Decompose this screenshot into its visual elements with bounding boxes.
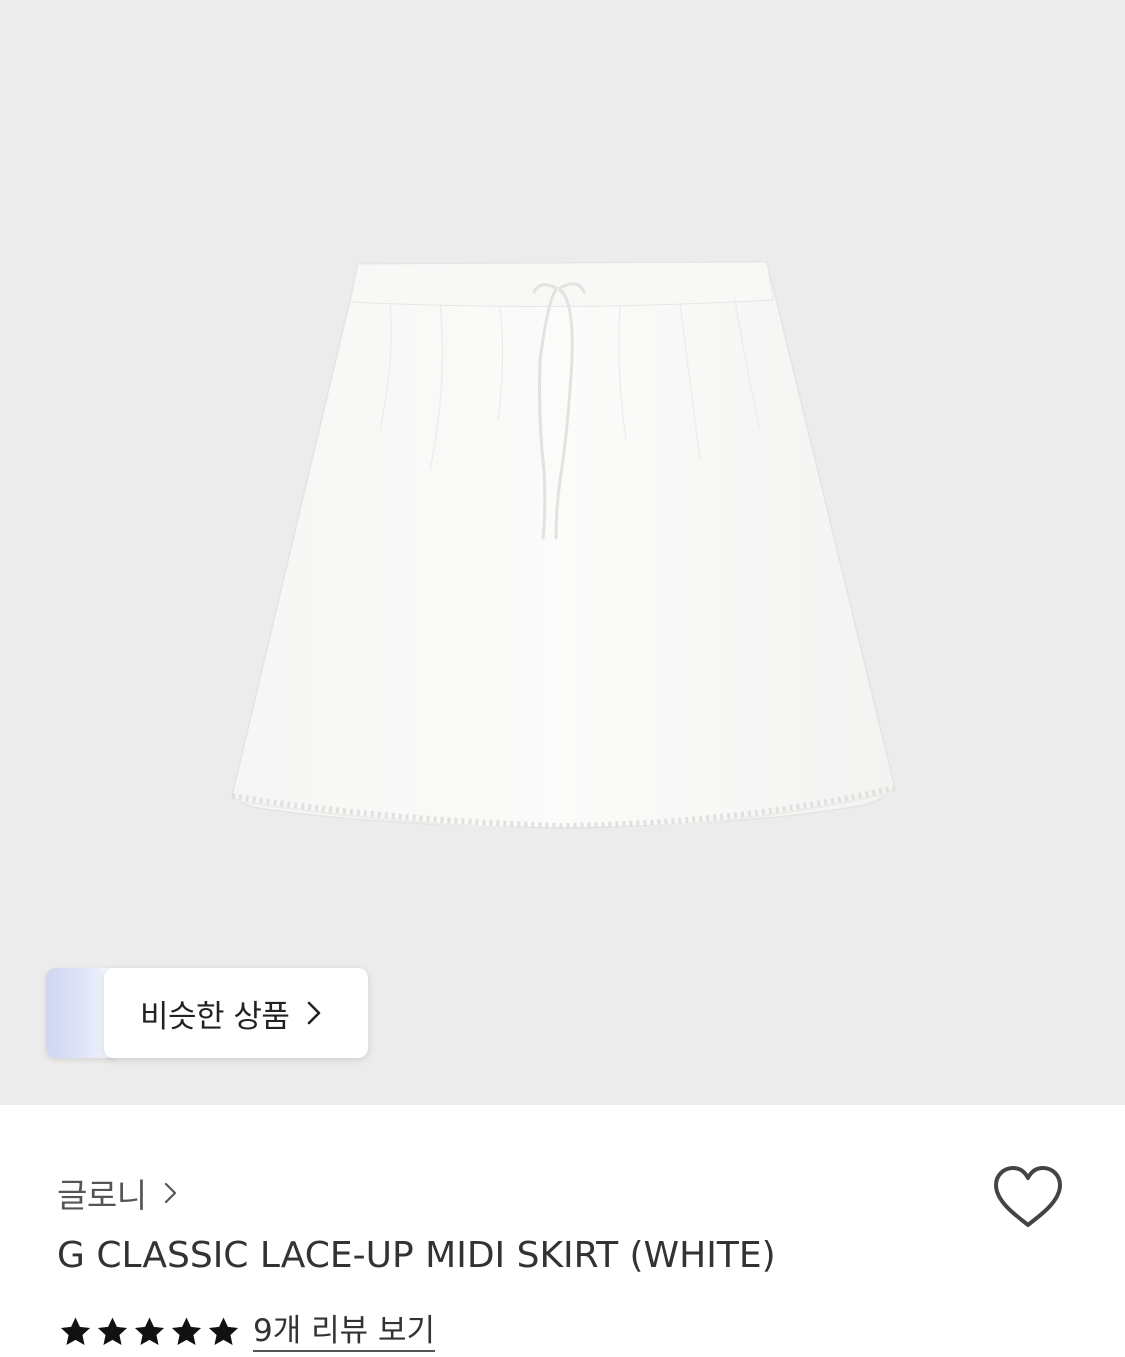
- star-icon: [97, 1317, 128, 1346]
- star-icon: [171, 1317, 202, 1346]
- brand-link[interactable]: 글로니: [57, 1169, 179, 1217]
- view-reviews-link[interactable]: 9개 리뷰 보기: [253, 1312, 436, 1352]
- similar-products-label: 비슷한 상품: [140, 998, 290, 1035]
- wishlist-button[interactable]: [990, 1163, 1066, 1233]
- rating-row: 9개 리뷰 보기: [58, 1308, 436, 1356]
- product-info: 글로니 G CLASSIC LACE-UP MIDI SKIRT (WHITE)…: [0, 1105, 1125, 1357]
- heart-outline-icon: [994, 1166, 1062, 1227]
- product-image[interactable]: 비슷한 상품: [0, 0, 1125, 1105]
- star-rating: [58, 1315, 243, 1349]
- star-icon: [60, 1317, 91, 1346]
- similar-products-widget[interactable]: 비슷한 상품: [46, 968, 368, 1058]
- product-title: G CLASSIC LACE-UP MIDI SKIRT (WHITE): [57, 1235, 776, 1276]
- product-detail-page: 비슷한 상품 글로니 G CLASSIC LACE-UP MIDI SKIRT …: [0, 0, 1125, 1357]
- similar-products-button[interactable]: 비슷한 상품: [104, 968, 368, 1058]
- star-icon: [208, 1317, 239, 1346]
- skirt-image: [231, 261, 896, 832]
- star-icon: [134, 1317, 165, 1346]
- chevron-right-icon: [308, 1001, 321, 1025]
- chevron-right-icon: [164, 1182, 176, 1204]
- brand-name: 글로니: [57, 1176, 147, 1215]
